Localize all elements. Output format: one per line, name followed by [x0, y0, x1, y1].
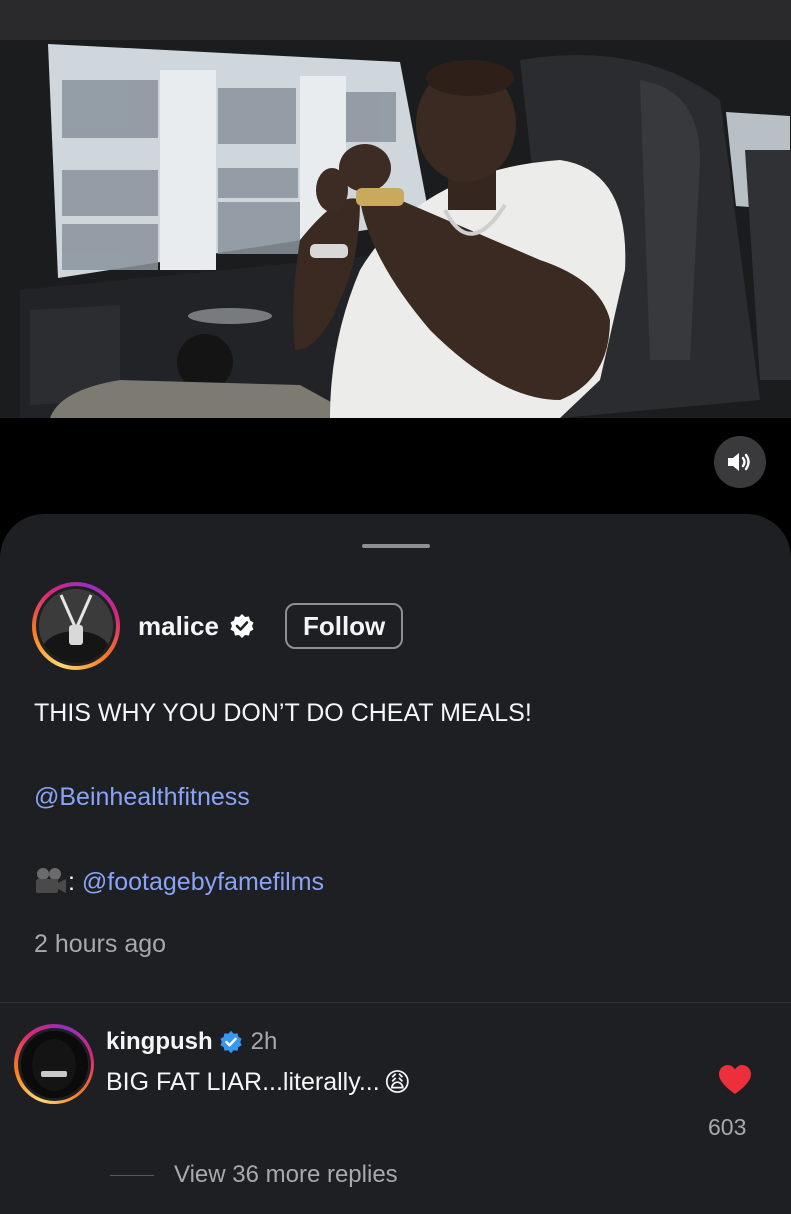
- comment-text: BIG FAT LIAR...literally... 😩: [106, 1067, 411, 1098]
- video-frame[interactable]: [0, 0, 791, 418]
- replies-line: [110, 1175, 154, 1176]
- verified-badge-icon: [220, 1030, 242, 1054]
- comment-body: BIG FAT LIAR...literally...: [106, 1068, 380, 1096]
- video-player[interactable]: [0, 0, 791, 516]
- post-header: malice Follow: [32, 582, 404, 670]
- post-timestamp: 2 hours ago: [34, 930, 167, 958]
- comment-author-avatar[interactable]: [14, 1024, 94, 1104]
- avatar-image: [39, 589, 113, 663]
- weary-face-emoji: 😩: [383, 1067, 411, 1097]
- movie-camera-icon: [36, 868, 66, 893]
- mute-button[interactable]: [714, 436, 766, 488]
- comment-time: 2h: [250, 1028, 278, 1055]
- comment-header: kingpush 2h: [106, 1028, 277, 1056]
- verified-badge-icon: [230, 614, 254, 638]
- like-count: 603: [708, 1114, 747, 1140]
- divider: [0, 1002, 791, 1003]
- avatar-image: [20, 1030, 88, 1098]
- post-caption: THIS WHY YOU DON’T DO CHEAT MEALS!: [34, 699, 532, 727]
- view-more-replies-button[interactable]: View 36 more replies: [174, 1161, 398, 1189]
- caption-mention-beinhealthfitness[interactable]: @Beinhealthfitness: [34, 783, 250, 812]
- follow-button[interactable]: Follow: [284, 603, 404, 649]
- comment-author-username[interactable]: kingpush: [106, 1028, 213, 1056]
- post-author-avatar[interactable]: [32, 582, 120, 670]
- caption-credit-line: : @footagebyfamefilms: [34, 867, 324, 897]
- caption-mention-footagebyfamefilms[interactable]: @footagebyfamefilms: [82, 868, 324, 897]
- sheet-grabber[interactable]: [362, 544, 430, 548]
- post-author-username[interactable]: malice: [138, 611, 219, 642]
- heart-icon[interactable]: [718, 1064, 752, 1096]
- video-still: [0, 0, 791, 418]
- credit-prefix: :: [68, 867, 82, 896]
- speaker-icon: [728, 453, 750, 471]
- comments-sheet: malice Follow THIS WHY YOU DON’T DO CHEA…: [0, 514, 791, 1214]
